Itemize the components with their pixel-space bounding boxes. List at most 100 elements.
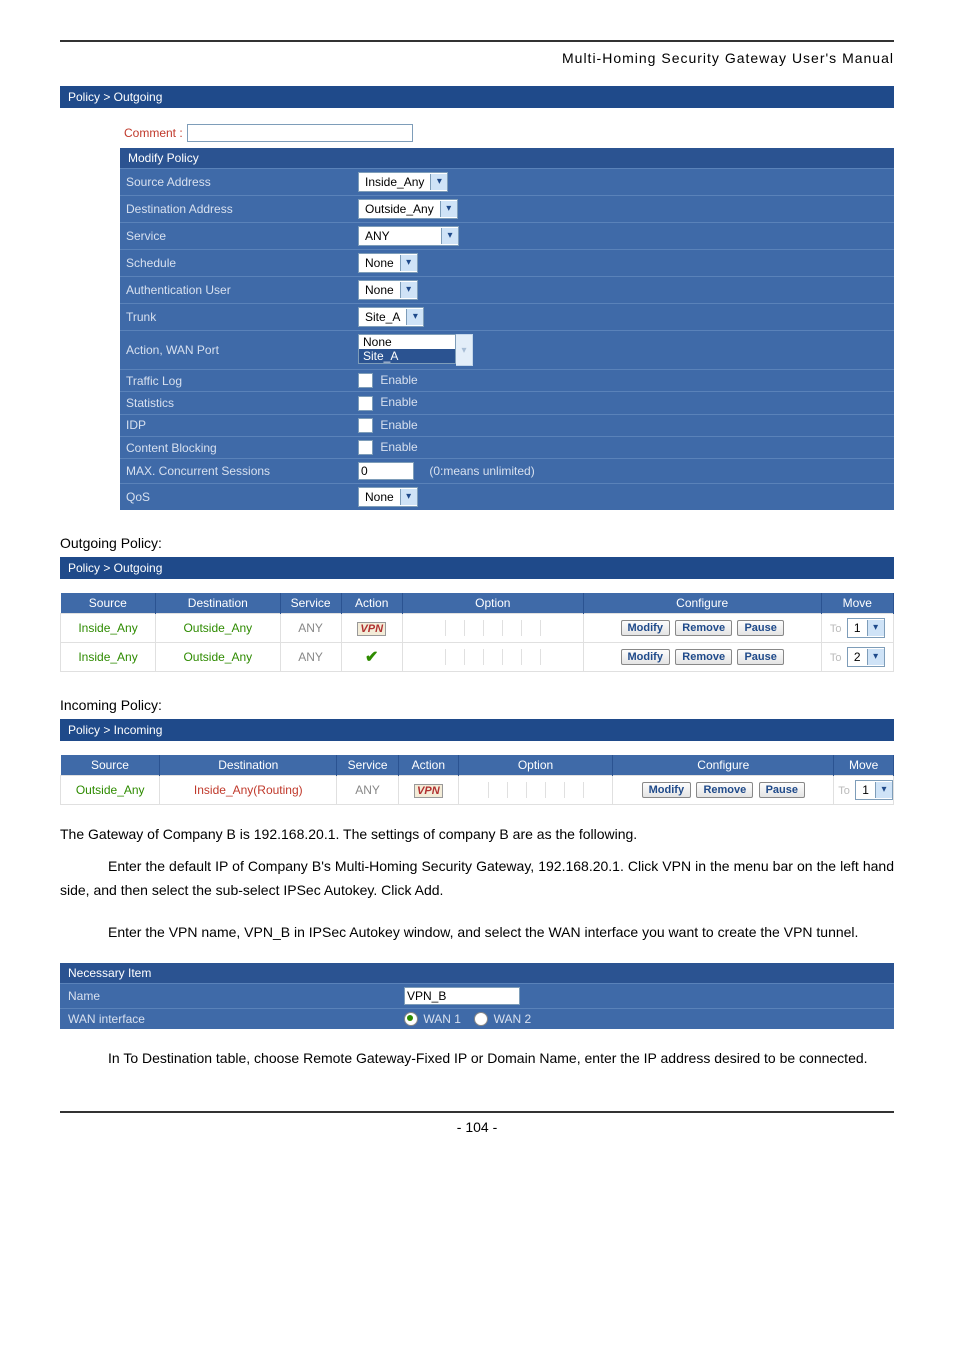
move-select[interactable]: 1 ▾ — [847, 618, 885, 638]
necessary-name-label: Name — [60, 983, 396, 1008]
statistics-label: Statistics — [120, 392, 352, 414]
doc-title: Multi-Homing Security Gateway User's Man… — [60, 50, 894, 66]
cell-dest: Outside_Any — [156, 614, 280, 643]
necessary-item-header: Necessary Item — [60, 963, 894, 983]
service-select[interactable]: ANY ▾ — [358, 226, 459, 246]
pause-button[interactable]: Pause — [737, 620, 783, 636]
col-option: Option — [458, 755, 613, 776]
traffic-log-checkbox[interactable] — [358, 373, 373, 388]
col-dest: Destination — [156, 593, 280, 614]
chevron-down-icon: ▾ — [440, 201, 457, 217]
pause-button[interactable]: Pause — [737, 649, 783, 665]
chevron-down-icon: ▾ — [867, 649, 884, 665]
cell-source: Inside_Any — [61, 643, 156, 672]
check-icon: ✔ — [365, 649, 378, 666]
dest-address-select[interactable]: Outside_Any ▾ — [358, 199, 458, 219]
statistics-text: Enable — [380, 395, 417, 409]
chevron-down-icon: ▾ — [456, 334, 473, 366]
chevron-down-icon: ▾ — [441, 228, 458, 244]
remove-button[interactable]: Remove — [675, 620, 732, 636]
modify-button[interactable]: Modify — [621, 620, 670, 636]
cell-service: ANY — [280, 614, 341, 643]
schedule-select[interactable]: None ▾ — [358, 253, 418, 273]
auth-user-label: Authentication User — [120, 277, 352, 304]
comment-input[interactable] — [187, 124, 413, 142]
necessary-wan-label: WAN interface — [60, 1008, 396, 1029]
table-row: Outside_Any Inside_Any(Routing) ANY VPN … — [61, 776, 894, 805]
trunk-label: Trunk — [120, 304, 352, 331]
cell-action: VPN — [399, 776, 459, 805]
content-blocking-checkbox[interactable] — [358, 440, 373, 455]
cell-option — [458, 776, 613, 805]
table-row: Inside_Any Outside_Any ANY VPN Modify Re… — [61, 614, 894, 643]
cell-service: ANY — [337, 776, 399, 805]
action-wan-label: Action, WAN Port — [120, 331, 352, 370]
body-paragraph: Enter the default IP of Company B's Mult… — [60, 855, 894, 903]
wan2-radio[interactable] — [474, 1012, 488, 1026]
statistics-checkbox[interactable] — [358, 396, 373, 411]
vpn-name-input[interactable] — [404, 987, 520, 1005]
source-address-select[interactable]: Inside_Any ▾ — [358, 172, 448, 192]
traffic-log-text: Enable — [380, 373, 417, 387]
schedule-label: Schedule — [120, 250, 352, 277]
idp-checkbox[interactable] — [358, 418, 373, 433]
chevron-down-icon: ▾ — [875, 782, 892, 798]
chevron-down-icon: ▾ — [430, 174, 447, 190]
modify-button[interactable]: Modify — [642, 782, 691, 798]
col-action: Action — [341, 593, 402, 614]
traffic-log-label: Traffic Log — [120, 370, 352, 392]
wan1-radio[interactable] — [404, 1012, 418, 1026]
chevron-down-icon: ▾ — [406, 309, 423, 325]
col-service: Service — [280, 593, 341, 614]
outgoing-table: Source Destination Service Action Option… — [60, 593, 894, 672]
pause-button[interactable]: Pause — [759, 782, 805, 798]
incoming-section-label: Incoming Policy: — [60, 697, 894, 713]
modify-button[interactable]: Modify — [621, 649, 670, 665]
remove-button[interactable]: Remove — [675, 649, 732, 665]
body-paragraph: In To Destination table, choose Remote G… — [60, 1047, 894, 1071]
cell-option — [402, 643, 583, 672]
vpn-icon: VPN — [414, 784, 443, 798]
cell-source: Outside_Any — [61, 776, 160, 805]
cell-source: Inside_Any — [61, 614, 156, 643]
col-dest: Destination — [160, 755, 337, 776]
cell-dest: Inside_Any(Routing) — [160, 776, 337, 805]
incoming-table: Source Destination Service Action Option… — [60, 755, 894, 805]
vpn-icon: VPN — [357, 622, 386, 636]
service-label: Service — [120, 223, 352, 250]
trunk-select[interactable]: Site_A ▾ — [358, 307, 424, 327]
col-service: Service — [337, 755, 399, 776]
page-number: - 104 - — [60, 1111, 894, 1135]
content-blocking-label: Content Blocking — [120, 436, 352, 458]
col-move: Move — [834, 755, 894, 776]
col-move: Move — [821, 593, 893, 614]
idp-label: IDP — [120, 414, 352, 436]
max-sessions-hint: (0:means unlimited) — [429, 464, 534, 478]
remove-button[interactable]: Remove — [696, 782, 753, 798]
idp-text: Enable — [380, 418, 417, 432]
wan1-label: WAN 1 — [423, 1012, 461, 1026]
move-select[interactable]: 1 ▾ — [855, 780, 893, 800]
cell-move: To 1 ▾ — [821, 614, 893, 643]
col-option: Option — [402, 593, 583, 614]
qos-select[interactable]: None ▾ — [358, 487, 418, 507]
cell-service: ANY — [280, 643, 341, 672]
cell-configure: Modify Remove Pause — [613, 776, 834, 805]
breadcrumb-incoming: Policy > Incoming — [60, 719, 894, 741]
modify-policy-table: Source Address Inside_Any ▾ Destination … — [120, 168, 894, 510]
comment-label: Comment : — [124, 126, 183, 140]
chevron-down-icon: ▾ — [400, 489, 417, 505]
chevron-down-icon: ▾ — [400, 255, 417, 271]
cell-action: ✔ — [341, 643, 402, 672]
chevron-down-icon: ▾ — [867, 620, 884, 636]
body-paragraph: Enter the VPN name, VPN_B in IPSec Autok… — [60, 921, 894, 945]
outgoing-section-label: Outgoing Policy: — [60, 535, 894, 551]
max-sessions-input[interactable] — [358, 462, 414, 480]
move-select[interactable]: 2 ▾ — [847, 647, 885, 667]
col-action: Action — [399, 755, 459, 776]
col-source: Source — [61, 755, 160, 776]
action-wan-select[interactable]: None Site_A ▾ — [358, 334, 473, 366]
max-sessions-label: MAX. Concurrent Sessions — [120, 459, 352, 484]
breadcrumb-outgoing: Policy > Outgoing — [60, 557, 894, 579]
auth-user-select[interactable]: None ▾ — [358, 280, 418, 300]
